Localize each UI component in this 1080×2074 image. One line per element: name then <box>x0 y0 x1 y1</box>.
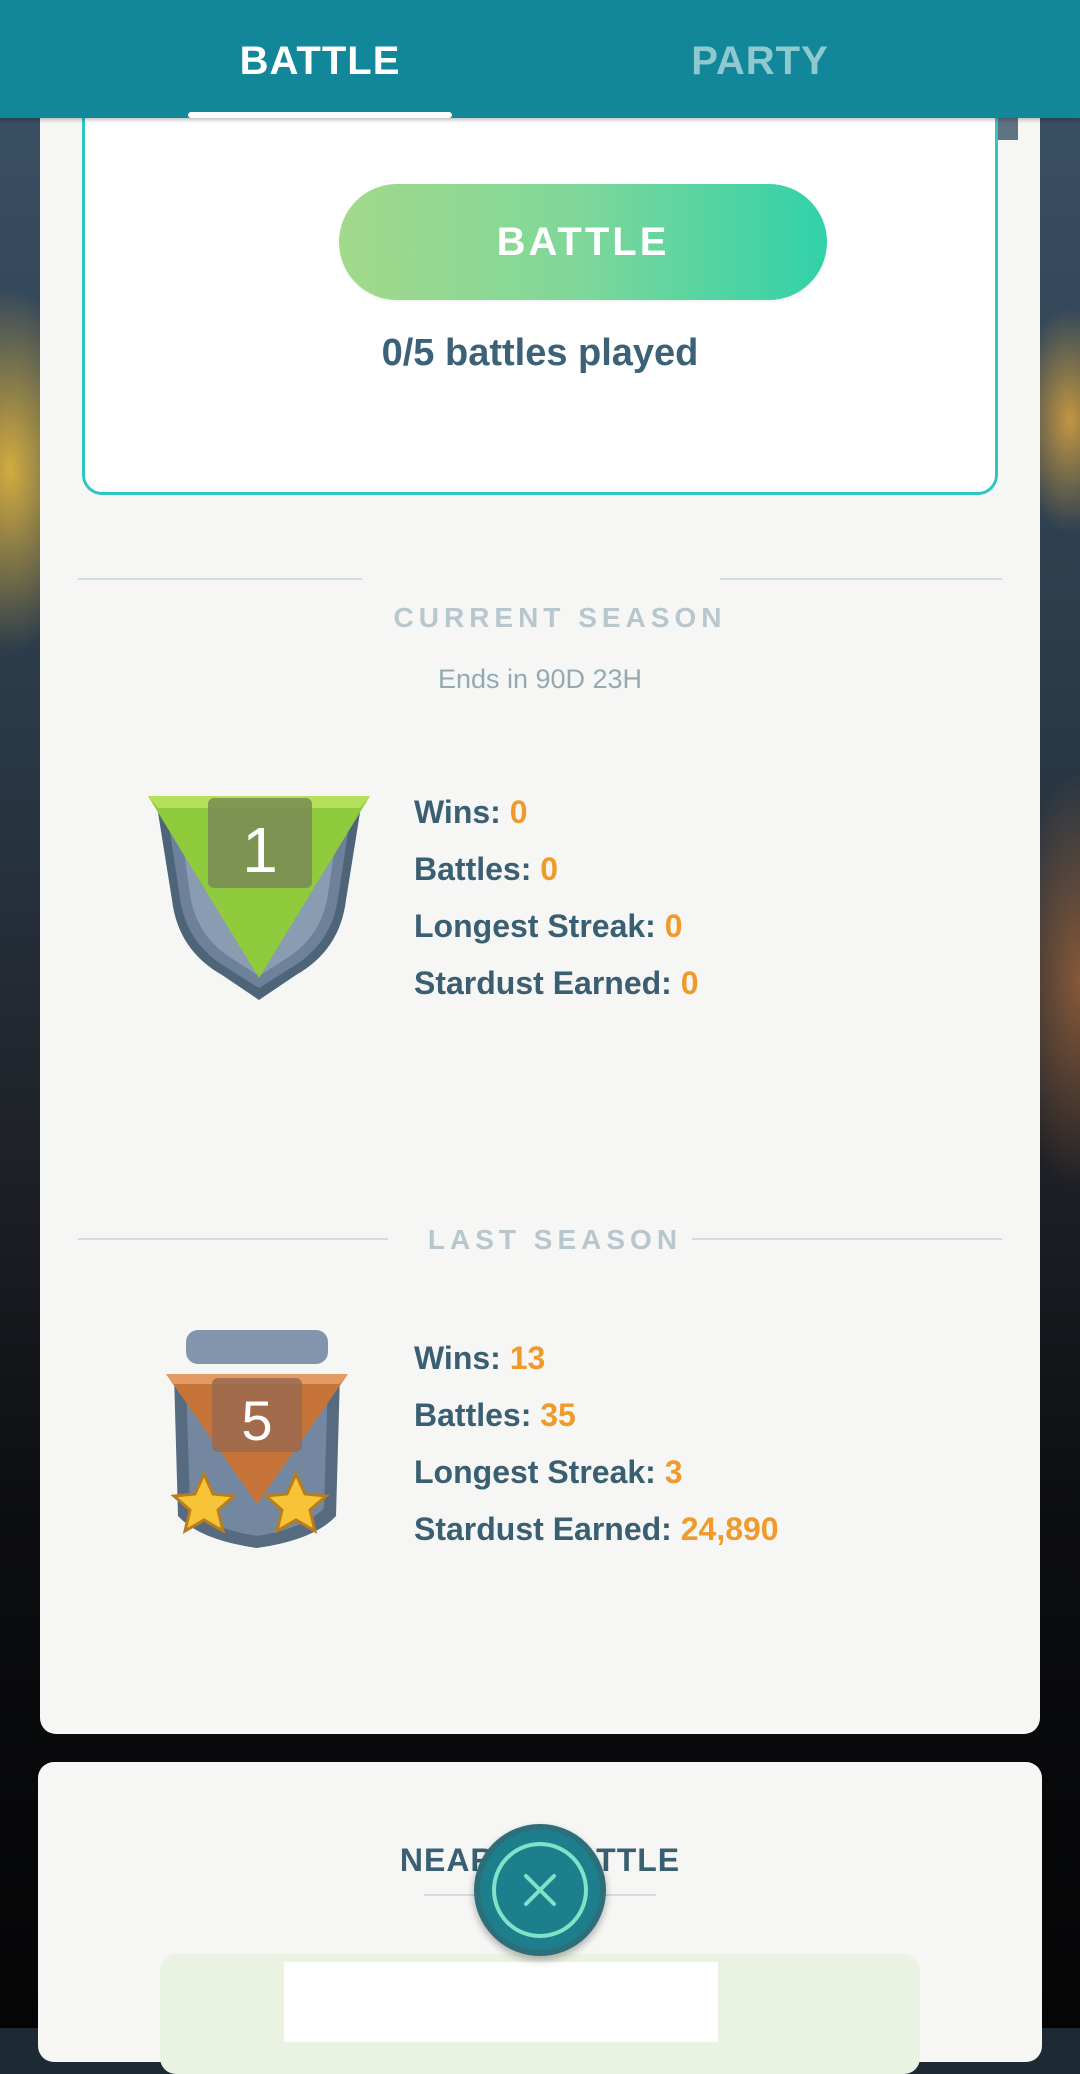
stat-longest-streak: Longest Streak: 3 <box>414 1454 683 1490</box>
divider-line <box>78 1238 388 1240</box>
league-card: BATTLE 0/5 battles played <box>82 60 998 495</box>
active-tab-indicator <box>188 112 452 118</box>
close-button[interactable] <box>474 1824 606 1956</box>
last-season-title: LAST SEASON <box>427 1224 683 1255</box>
divider-line <box>692 1238 1002 1240</box>
stat-stardust-earned: Stardust Earned: 24,890 <box>414 1511 779 1547</box>
battle-button[interactable]: BATTLE <box>339 184 827 300</box>
last-rank-badge-icon: 5 <box>166 1330 348 1548</box>
current-rank-number: 1 <box>242 814 278 886</box>
divider-line <box>720 578 1002 580</box>
tab-party[interactable]: PARTY <box>630 36 890 86</box>
stat-longest-streak: Longest Streak: 0 <box>414 908 683 944</box>
main-panel: BATTLE 0/5 battles played CURRENT SEASON… <box>40 0 1040 1734</box>
stat-stardust-earned: Stardust Earned: 0 <box>414 965 699 1001</box>
close-icon <box>524 1874 556 1906</box>
last-season-stats: Wins: 13 Battles: 35 Longest Streak: 3 S… <box>414 1330 779 1558</box>
stat-battles: Battles: 0 <box>414 851 559 887</box>
stat-battles: Battles: 35 <box>414 1397 576 1433</box>
stat-wins: Wins: 13 <box>414 1340 546 1376</box>
season-ends-text: Ends in 90D 23H <box>437 664 643 694</box>
nearby-qr-area <box>284 1962 718 2042</box>
current-season-title: CURRENT SEASON <box>393 602 727 633</box>
stat-wins: Wins: 0 <box>414 794 528 830</box>
tab-battle[interactable]: BATTLE <box>190 36 450 86</box>
last-rank-number: 5 <box>241 1389 272 1452</box>
divider-line <box>78 578 362 580</box>
current-season-stats: Wins: 0 Battles: 0 Longest Streak: 0 Sta… <box>414 784 699 1012</box>
current-rank-badge-icon: 1 <box>148 796 370 1000</box>
top-tab-bar: BATTLE PARTY <box>0 0 1080 118</box>
battles-played-text: 0/5 battles played <box>381 332 699 374</box>
